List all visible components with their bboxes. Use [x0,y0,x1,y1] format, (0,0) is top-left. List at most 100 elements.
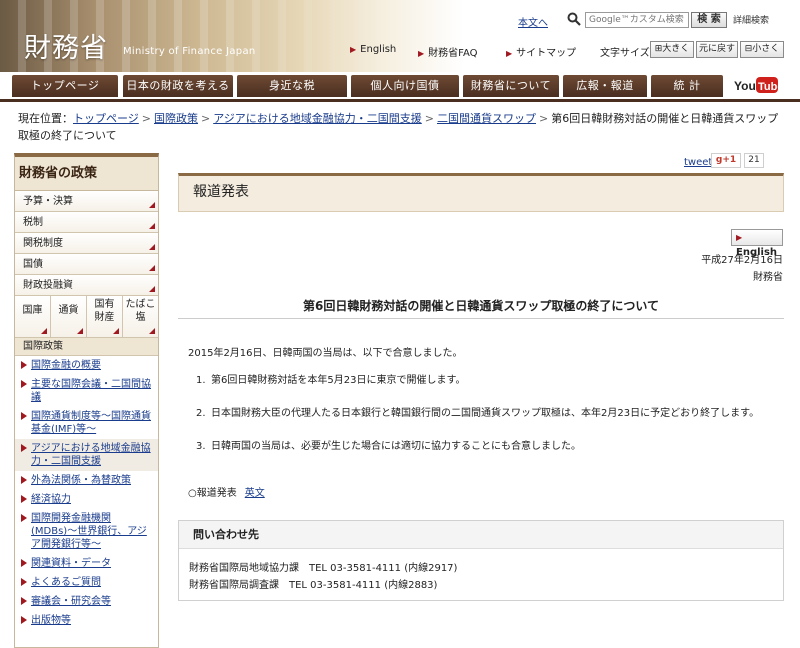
tab-press[interactable]: 広報・報道 [563,75,647,97]
english-link[interactable]: ▶ English [350,44,396,55]
font-larger-button[interactable]: ⊞大きく [650,41,694,58]
breadcrumb: 現在位置：トップページ > 国際政策 > アジアにおける地域金融協力・二国間支援 > 二国間… [18,110,788,144]
press-release-line: ○報道発表 英文 [188,488,265,499]
arrow-right-icon [21,578,27,586]
youtube-icon[interactable]: You Tube [734,75,778,95]
arrow-right-icon: ▶ [350,45,357,54]
sidebar-link[interactable]: 出版物等 [15,611,158,630]
corner-arrow-icon [113,328,119,334]
tweet-button[interactable]: tweet [684,157,712,168]
tab-retail-bonds[interactable]: 個人向け国債 [351,75,459,97]
arrow-right-icon [21,476,27,484]
breadcrumb-item[interactable]: 国際政策 [154,112,198,125]
search-icon [567,12,581,26]
arrow-right-icon [21,495,27,503]
sidebar-item-tax[interactable]: 税制 [15,212,158,233]
arrow-right-icon [21,514,27,522]
sidebar-item-treasury[interactable]: 国庫 [15,296,51,337]
arrow-right-icon: ▶ [736,233,743,242]
sidebar-link[interactable]: 関連資料・データ [15,554,158,573]
tab-top-page[interactable]: トップページ [12,75,118,97]
google-plus-button[interactable]: g+1 [711,153,741,168]
sidebar-link[interactable]: 外為法関係・為替政策 [15,471,158,490]
arrow-right-icon: ▶ [418,49,425,58]
sidebar-small-items: 国庫 通貨 国有 財産 たばこ 塩 [15,296,158,338]
nav-divider [0,99,800,102]
english-version-button[interactable]: ▶ English [731,229,783,258]
breadcrumb-separator: > [201,112,211,125]
arrow-right-icon: ▶ [506,49,513,58]
global-nav: トップページ 日本の財政を考える 身近な税 個人向け国債 財務省について 広報・… [0,72,800,100]
tab-statistics[interactable]: 統 計 [651,75,723,97]
breadcrumb-separator: > [424,112,434,125]
arrow-right-icon [21,616,27,624]
corner-arrow-icon [149,202,155,208]
contact-line: 財務省国際局調査課 TEL 03-3581-4111 (内線2883) [189,580,438,591]
sidebar-item-currency[interactable]: 通貨 [51,296,87,337]
sidebar-link[interactable]: 国際金融の概要 [15,356,158,375]
advanced-search-link[interactable]: 詳細検索 [733,13,769,26]
sidebar-link[interactable]: 経済協力 [15,490,158,509]
corner-arrow-icon [149,244,155,250]
font-reset-button[interactable]: 元に戻す [696,41,738,58]
english-text-link[interactable]: 英文 [245,488,265,499]
faq-link[interactable]: ▶ 財務省FAQ [418,44,478,59]
breadcrumb-separator: > [141,112,151,125]
corner-arrow-icon [149,328,155,334]
corner-arrow-icon [77,328,83,334]
sidebar-link[interactable]: 国際通貨制度等〜国際通貨基金(IMF)等〜 [15,407,158,439]
arrow-right-icon [21,361,27,369]
sidebar-item-budget[interactable]: 予算・決算 [15,191,158,212]
sidebar-item-bonds[interactable]: 国債 [15,254,158,275]
tab-japan-finance[interactable]: 日本の財政を考える [123,75,233,97]
sidebar-link-active[interactable]: アジアにおける地域金融協力・二国間支援 [15,439,158,471]
contact-line: 財務省国際局地域協力課 TEL 03-3581-4111 (内線2917) [189,563,458,574]
breadcrumb-separator: > [539,112,549,125]
corner-arrow-icon [41,328,47,334]
search-button[interactable]: 検 索 [691,12,727,28]
google-plus-count: 21 [744,153,764,168]
breadcrumb-item[interactable]: 二国間通貨スワップ [437,112,536,125]
corner-arrow-icon [149,223,155,229]
sidebar-link[interactable]: 審議会・研究会等 [15,592,158,611]
corner-arrow-icon [149,265,155,271]
title-divider [178,318,784,319]
font-smaller-button[interactable]: ⊟小さく [740,41,784,58]
svg-text:You: You [734,79,756,93]
tab-about-mof[interactable]: 財務省について [463,75,559,97]
contact-heading: 問い合わせ先 [179,521,783,549]
breadcrumb-item[interactable]: トップページ [73,112,139,125]
site-logo-english: Ministry of Finance Japan [123,46,256,57]
section-title: 報道発表 [178,173,784,212]
sidebar-link[interactable]: 国際開発金融機関(MDBs)〜世界銀行、アジア開発銀行等〜 [15,509,158,554]
arrow-right-icon [21,380,27,388]
arrow-right-icon [21,597,27,605]
corner-arrow-icon [149,286,155,292]
policy-sidebar: 財務省の政策 予算・決算 税制 関税制度 国債 財政投融資 国庫 通貨 国有 財… [14,153,159,648]
sidebar-title: 財務省の政策 [15,157,158,191]
sidebar-item-tobacco-salt[interactable]: たばこ 塩 [123,296,158,337]
skip-to-content-link[interactable]: 本文へ [518,14,548,29]
search-input[interactable] [585,12,689,28]
page-title: 第6回日韓財務対話の開催と日韓通貨スワップ取極の終了について [303,299,659,313]
arrow-right-icon [21,412,27,420]
sidebar-item-filp[interactable]: 財政投融資 [15,275,158,296]
issuer: 財務省 [753,272,783,283]
site-logo[interactable]: 財務省 [24,26,108,65]
breadcrumb-label: 現在位置： [18,112,73,125]
release-date: 平成27年2月16日 [701,255,783,266]
tab-familiar-tax[interactable]: 身近な税 [237,75,347,97]
sidebar-link[interactable]: 主要な国際会議・二国間協議 [15,375,158,407]
svg-text:Tube: Tube [758,81,778,93]
sidebar-item-state-property[interactable]: 国有 財産 [87,296,123,337]
breadcrumb-item[interactable]: アジアにおける地域金融協力・二国間支援 [213,112,422,125]
sidebar-link[interactable]: よくあるご質問 [15,573,158,592]
arrow-right-icon [21,559,27,567]
intro-text: 2015年2月16日、日韓両国の当局は、以下で合意しました。 [188,348,463,359]
sidebar-item-customs[interactable]: 関税制度 [15,233,158,254]
sidebar-subsection-title: 国際政策 [15,338,158,356]
list-item: 2. 日本国財務大臣の代理人たる日本銀行と韓国銀行間の二国間通貨スワップ取極は、本… [196,408,760,419]
sitemap-link[interactable]: ▶ サイトマップ [506,44,576,59]
contact-box: 問い合わせ先 財務省国際局地域協力課 TEL 03-3581-4111 (内線2… [178,520,784,601]
arrow-right-icon [21,444,27,452]
